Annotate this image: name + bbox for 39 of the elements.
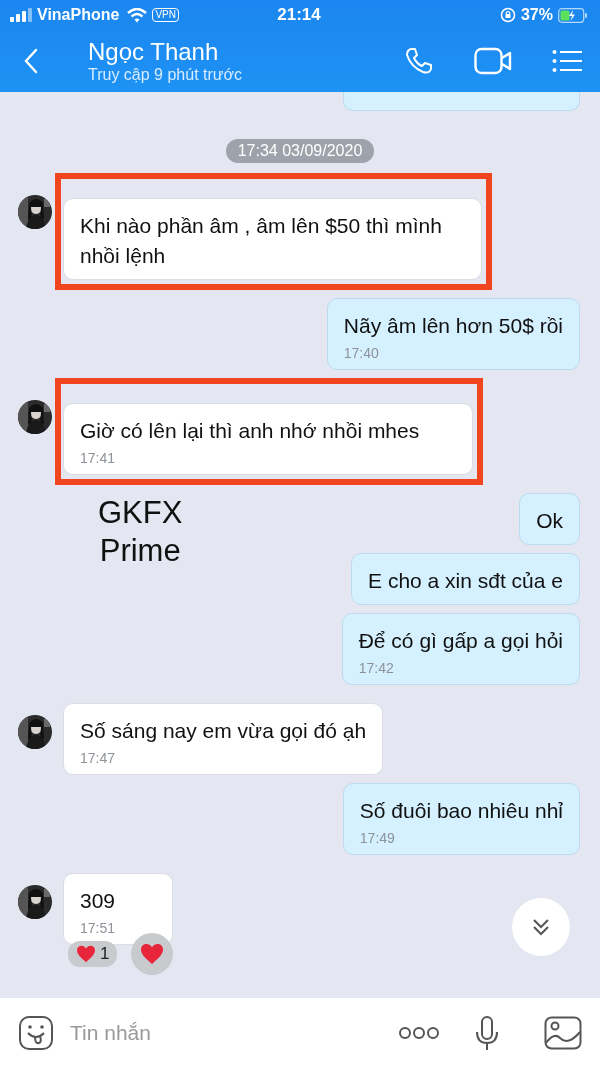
message-text: Ok (536, 508, 563, 534)
message-time: 17:40 (343, 345, 380, 361)
menu-icon[interactable] (552, 49, 582, 73)
reaction-count[interactable]: 1 (68, 941, 118, 967)
microphone-icon[interactable] (474, 1014, 500, 1051)
wifi-icon (127, 7, 148, 23)
battery-icon (558, 7, 588, 23)
message-text: Số sáng nay em vừa gọi đó ạh (80, 718, 367, 744)
date-separator: 17:34 03/09/2020 (225, 139, 375, 163)
sticker-icon[interactable] (18, 1014, 54, 1051)
react-button[interactable] (131, 933, 174, 975)
message-time: 17:41 (80, 450, 117, 466)
overlay-caption: GKFX Prime (98, 494, 183, 570)
more-icon[interactable] (398, 1025, 440, 1040)
video-call-icon[interactable] (474, 47, 512, 75)
phone-icon[interactable] (404, 46, 434, 76)
rotation-lock-icon (499, 7, 516, 23)
heart-icon (76, 945, 96, 963)
message-time: 17:47 (80, 750, 117, 766)
heart-icon (140, 943, 165, 965)
signal-icon (10, 8, 32, 22)
contact-name: Ngọc Thanh (88, 38, 220, 66)
battery-percent: 37% (520, 6, 553, 24)
message-time: 17:42 (358, 660, 395, 676)
message-time: 17:51 (80, 920, 117, 936)
message-text: Nãy âm lên hơn 50$ rồi (343, 313, 563, 339)
message-text: Để có gì gấp a gọi hỏi (358, 628, 563, 654)
message-text: 309 (80, 888, 117, 914)
message-text: E cho a xin sđt của e (368, 568, 563, 594)
message-text: Khi nào phần âm , âm lên $50 thì mình nhồi lệnh (80, 213, 443, 269)
message-text: Giờ có lên lại thì anh nhớ nhồi mhes (80, 418, 421, 444)
image-icon[interactable] (544, 1015, 582, 1050)
last-seen-status: Truy cập 9 phút trước (88, 66, 243, 84)
vpn-badge: VPN (152, 8, 179, 22)
clock-time: 21:14 (277, 5, 321, 25)
message-text: Số đuôi bao nhiêu nhỉ (359, 798, 563, 824)
back-icon[interactable] (24, 48, 38, 74)
message-time: 17:49 (359, 830, 396, 846)
carrier-name: VinaPhone (37, 6, 120, 24)
